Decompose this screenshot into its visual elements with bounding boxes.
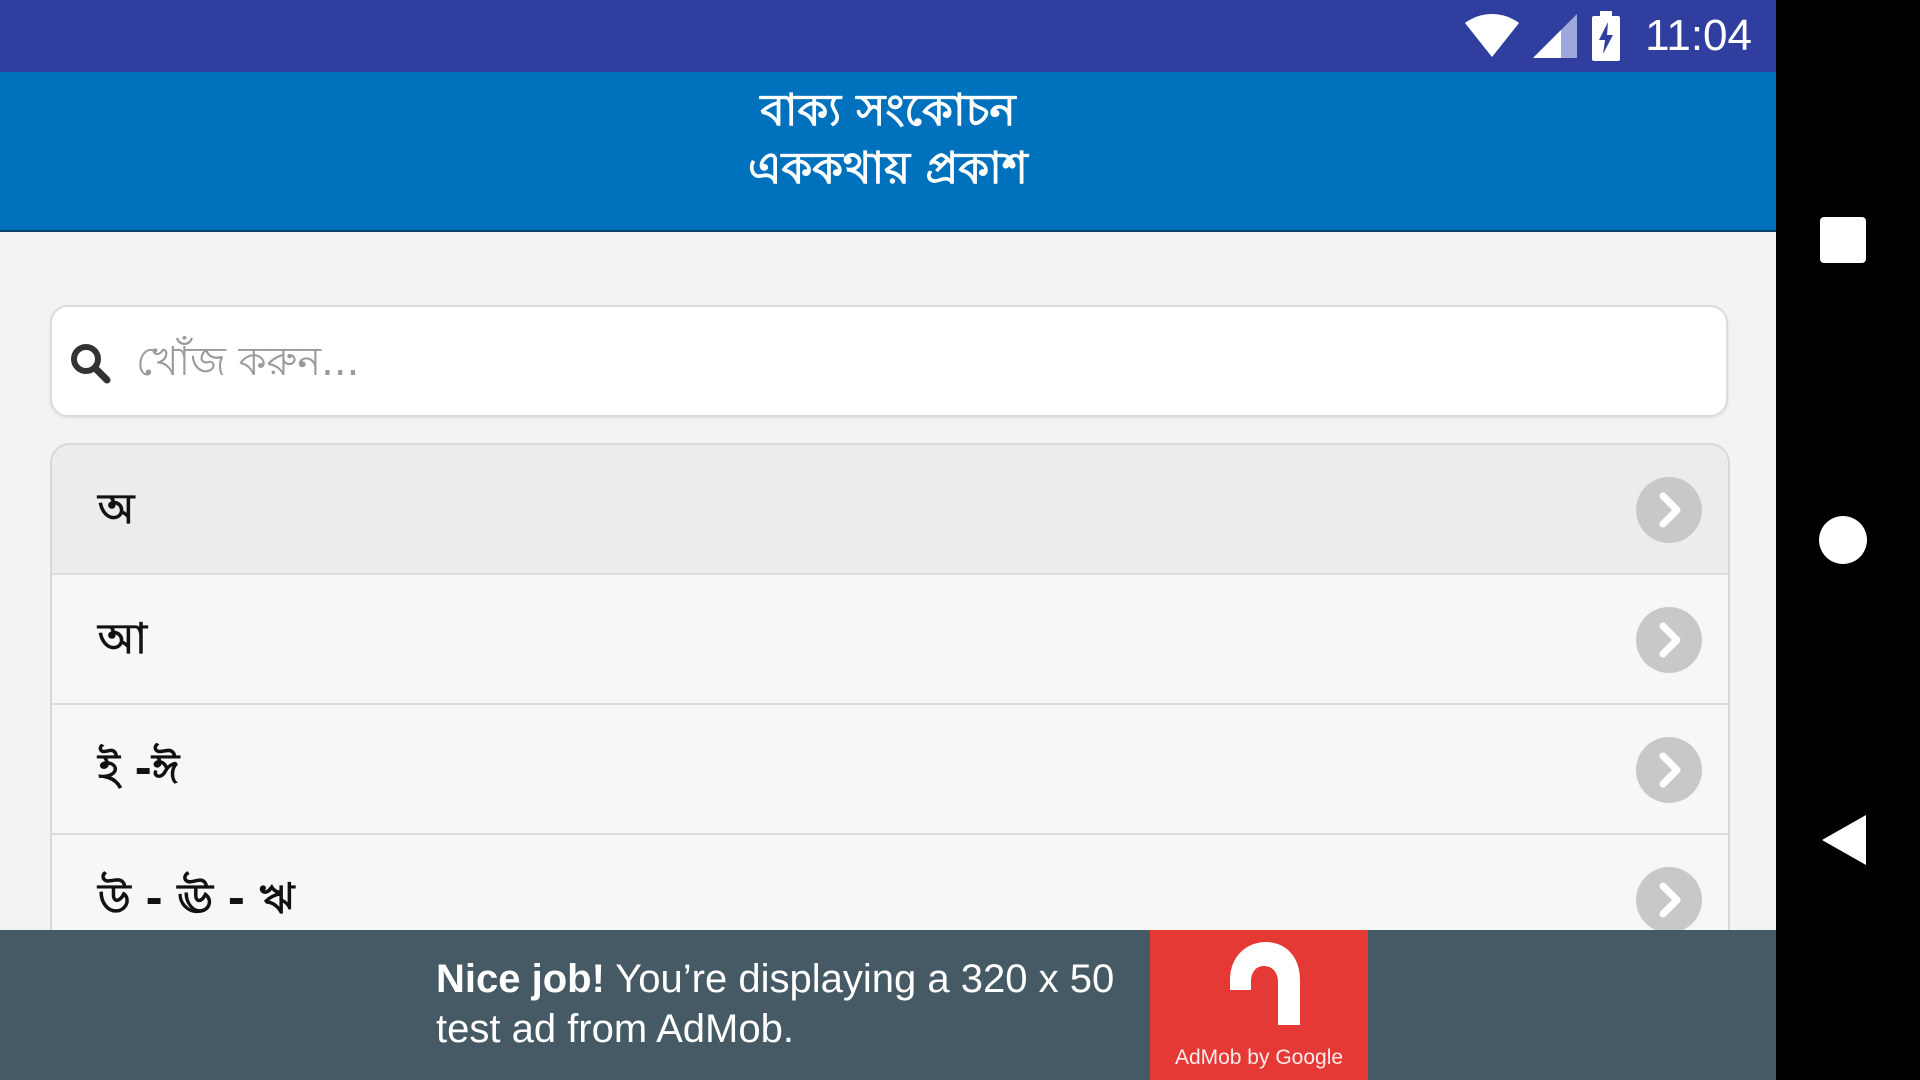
cellular-signal-icon bbox=[1533, 14, 1578, 58]
ad-banner[interactable]: Nice job! You’re displaying a 320 x 50 t… bbox=[0, 930, 1776, 1080]
home-circle-icon[interactable] bbox=[1818, 515, 1868, 565]
status-bar: 11:04 bbox=[0, 0, 1776, 72]
admob-icon bbox=[1230, 942, 1300, 1025]
chevron-right-icon[interactable] bbox=[1636, 607, 1702, 673]
chevron-right-icon[interactable] bbox=[1636, 867, 1702, 933]
app-screen: 11:04 বাক্য সংকোচন এককথায় প্রকাশ অ আ ই … bbox=[0, 0, 1776, 1080]
recents-square-icon[interactable] bbox=[1820, 217, 1866, 263]
back-triangle-icon[interactable] bbox=[1822, 815, 1866, 865]
page-title: বাক্য সংকোচন bbox=[760, 85, 1016, 136]
list-item-label: আ bbox=[98, 614, 147, 663]
chevron-right-icon[interactable] bbox=[1636, 477, 1702, 543]
search-icon bbox=[71, 344, 111, 384]
ad-headline: Nice job! bbox=[436, 957, 605, 1001]
list-item[interactable]: আ bbox=[52, 575, 1728, 705]
ad-text: Nice job! You’re displaying a 320 x 50 t… bbox=[436, 954, 1136, 1054]
page-subtitle: এককথায় প্রকাশ bbox=[748, 143, 1028, 194]
status-clock: 11:04 bbox=[1645, 11, 1752, 60]
list-item-label: অ bbox=[98, 484, 135, 533]
list-item[interactable]: অ bbox=[52, 445, 1728, 575]
admob-logo: AdMob by Google bbox=[1150, 930, 1368, 1080]
nav-bar bbox=[1776, 0, 1920, 1080]
search-input[interactable] bbox=[134, 329, 1698, 395]
chevron-right-icon[interactable] bbox=[1636, 737, 1702, 803]
ad-logo-caption: AdMob by Google bbox=[1174, 1046, 1344, 1069]
battery-charging-icon bbox=[1592, 11, 1621, 61]
app-header: বাক্য সংকোচন এককথায় প্রকাশ bbox=[0, 72, 1776, 232]
search-box[interactable] bbox=[50, 305, 1728, 417]
list-item-label: ই -ঈ bbox=[98, 744, 180, 793]
list-item[interactable]: ই -ঈ bbox=[52, 705, 1728, 835]
wifi-icon bbox=[1465, 14, 1520, 57]
status-icons: 11:04 bbox=[1465, 10, 1752, 62]
